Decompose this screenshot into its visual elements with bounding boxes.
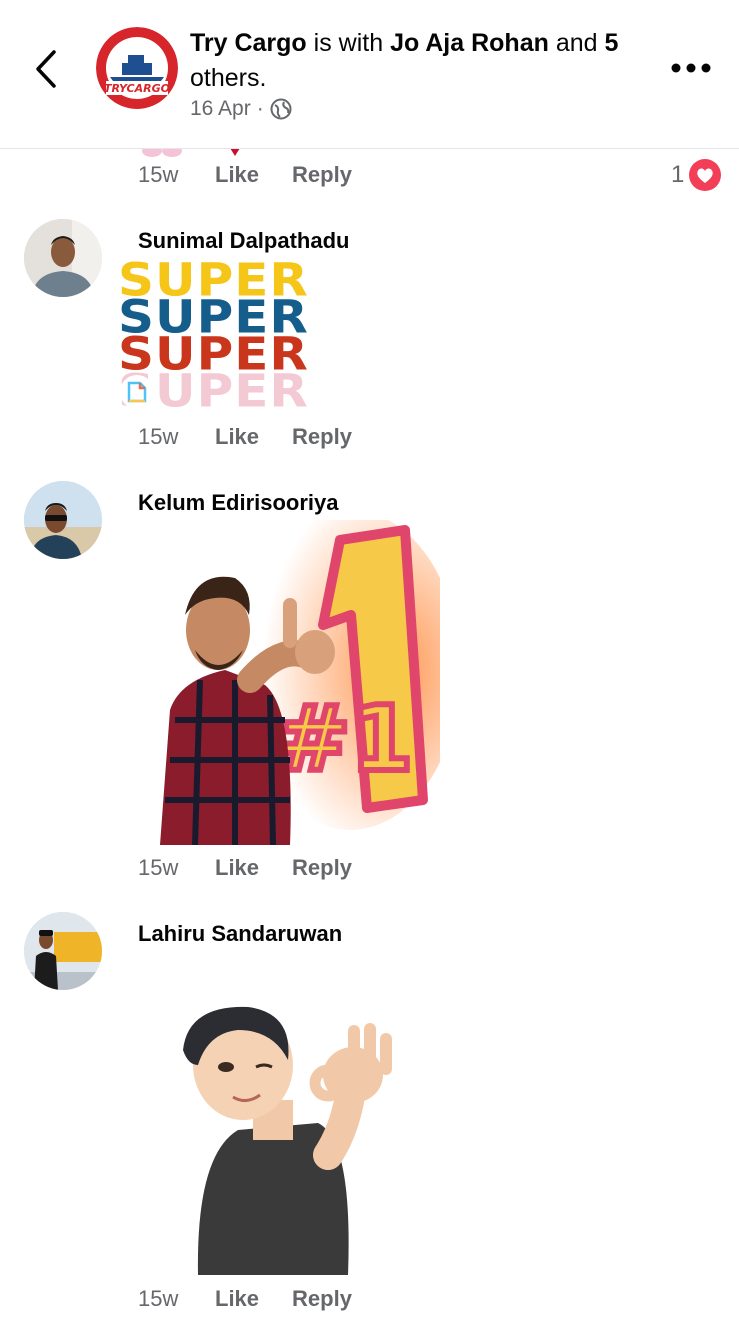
avatar-ok-hand-sticker-icon	[183, 1006, 392, 1275]
back-button[interactable]	[30, 46, 64, 92]
page-name-link[interactable]: Try Cargo	[190, 29, 307, 57]
avatar-number-one-sticker-icon: #1	[160, 510, 460, 846]
comment-actions: 15w Like Reply	[138, 1286, 385, 1312]
love-reaction-icon	[689, 159, 722, 191]
cropped-sticker-remnant	[142, 148, 240, 157]
like-button[interactable]: Like	[215, 424, 259, 450]
comment-actions: 15w Like Reply	[138, 424, 385, 450]
sticker-number-text: #1	[275, 687, 413, 792]
reaction-count-value: 1	[671, 161, 685, 188]
chevron-left-icon	[36, 50, 56, 88]
person-avatar-icon	[24, 481, 102, 559]
post-meta: 16 Apr ·	[190, 97, 292, 121]
with-text: is with	[306, 29, 391, 57]
person-avatar-icon	[24, 219, 102, 297]
commenter-avatar[interactable]	[24, 219, 102, 297]
page-logo-avatar[interactable]: TRYCARGO	[96, 27, 178, 109]
try-cargo-logo-icon: TRYCARGO	[96, 27, 178, 109]
like-button[interactable]: Like	[215, 162, 259, 188]
commenter-avatar[interactable]	[24, 481, 102, 559]
reply-button[interactable]: Reply	[292, 1286, 352, 1312]
ok-hand-sticker[interactable]	[178, 1005, 410, 1275]
meta-separator: ·	[256, 97, 264, 120]
post-header: TRYCARGO Try Cargo is with Jo Aja Rohan …	[0, 0, 739, 149]
sticker-pack-badge[interactable]	[120, 375, 154, 409]
comment-age: 15w	[138, 855, 179, 880]
post-title: Try Cargo is with Jo Aja Rohan and 5 othe…	[190, 26, 660, 96]
commenter-avatar[interactable]	[24, 912, 102, 990]
comment-age: 15w	[138, 162, 179, 187]
tagged-person-link[interactable]: Jo Aja Rohan	[390, 29, 549, 57]
like-button[interactable]: Like	[215, 855, 259, 881]
comment-author[interactable]: Lahiru Sandaruwan	[138, 921, 342, 947]
and-text: and	[548, 29, 605, 57]
logo-wordmark: TRYCARGO	[104, 82, 170, 95]
comment-author[interactable]: Kelum Edirisooriya	[138, 490, 339, 516]
reply-button[interactable]: Reply	[292, 855, 352, 881]
comment-author[interactable]: Sunimal Dalpathadu	[138, 228, 349, 254]
comment-actions: 15w Like Reply	[138, 855, 385, 881]
top-comment-actions: 15w Like Reply	[138, 162, 385, 188]
sticker-icon	[127, 381, 147, 403]
reply-button[interactable]: Reply	[292, 424, 352, 450]
like-button[interactable]: Like	[215, 1286, 259, 1312]
others-count-link[interactable]: 5	[605, 29, 619, 57]
reaction-count[interactable]: 1	[671, 158, 722, 192]
others-text: others.	[190, 64, 267, 92]
comment-age: 15w	[138, 1286, 179, 1311]
comment-age: 15w	[138, 424, 179, 449]
number-one-sticker[interactable]: #1	[155, 510, 460, 846]
globe-icon	[270, 98, 292, 120]
reply-button[interactable]: Reply	[292, 162, 352, 188]
person-avatar-icon	[24, 912, 102, 990]
post-date[interactable]: 16 Apr	[190, 97, 251, 121]
more-dots-icon	[671, 63, 711, 73]
more-options-button[interactable]	[668, 55, 714, 81]
